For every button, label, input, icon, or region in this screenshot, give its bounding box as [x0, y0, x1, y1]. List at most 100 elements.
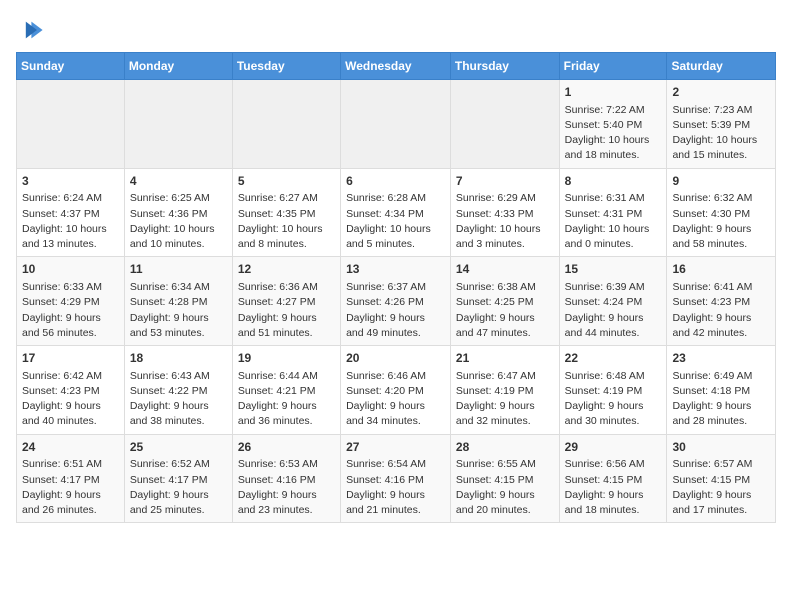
day-info: Sunrise: 6:47 AM Sunset: 4:19 PM Dayligh… [456, 369, 554, 430]
calendar-cell: 21 Sunrise: 6:47 AM Sunset: 4:19 PM Dayli… [450, 346, 559, 435]
day-info: Sunrise: 6:29 AM Sunset: 4:33 PM Dayligh… [456, 191, 554, 252]
day-number: 18 [130, 350, 227, 367]
calendar-cell: 29Sunrise: 6:56 AM Sunset: 4:15 PM Dayli… [559, 434, 667, 523]
calendar-cell: 17 Sunrise: 6:42 AM Sunset: 4:23 PM Dayli… [17, 346, 125, 435]
calendar-cell [341, 80, 451, 169]
day-number: 15 [565, 261, 662, 278]
day-info: Sunrise: 6:28 AM Sunset: 4:34 PM Dayligh… [346, 191, 445, 252]
calendar-cell: 4Sunrise: 6:25 AM Sunset: 4:36 PM Daylig… [124, 168, 232, 257]
day-info: Sunrise: 6:38 AM Sunset: 4:25 PM Dayligh… [456, 280, 554, 341]
logo [16, 16, 48, 44]
calendar-cell: 6Sunrise: 6:28 AM Sunset: 4:34 PM Daylig… [341, 168, 451, 257]
day-number: 3 [22, 173, 119, 190]
day-number: 17 [22, 350, 119, 367]
day-info: Sunrise: 6:33 AM Sunset: 4:29 PM Dayligh… [22, 280, 119, 341]
day-info: Sunrise: 6:39 AM Sunset: 4:24 PM Dayligh… [565, 280, 662, 341]
day-info: Sunrise: 6:54 AM Sunset: 4:16 PM Dayligh… [346, 457, 445, 518]
calendar-week-row: 17 Sunrise: 6:42 AM Sunset: 4:23 PM Dayli… [17, 346, 776, 435]
day-info: Sunrise: 6:41 AM Sunset: 4:23 PM Dayligh… [672, 280, 770, 341]
day-number: 11 [130, 261, 227, 278]
day-info: Sunrise: 6:53 AM Sunset: 4:16 PM Dayligh… [238, 457, 335, 518]
day-number: 2 [672, 84, 770, 101]
day-number: 6 [346, 173, 445, 190]
day-info: Sunrise: 6:24 AM Sunset: 4:37 PM Dayligh… [22, 191, 119, 252]
calendar-cell: 14 Sunrise: 6:38 AM Sunset: 4:25 PM Dayli… [450, 257, 559, 346]
day-info: Sunrise: 7:23 AM Sunset: 5:39 PM Dayligh… [672, 103, 770, 164]
calendar-cell: 19Sunrise: 6:44 AM Sunset: 4:21 PM Dayli… [232, 346, 340, 435]
calendar-cell: 24Sunrise: 6:51 AM Sunset: 4:17 PM Dayli… [17, 434, 125, 523]
calendar-week-row: 1 Sunrise: 7:22 AM Sunset: 5:40 PM Daylig… [17, 80, 776, 169]
day-number: 9 [672, 173, 770, 190]
calendar-cell: 8Sunrise: 6:31 AM Sunset: 4:31 PM Daylig… [559, 168, 667, 257]
day-info: Sunrise: 6:51 AM Sunset: 4:17 PM Dayligh… [22, 457, 119, 518]
day-number: 29 [565, 439, 662, 456]
day-info: Sunrise: 6:57 AM Sunset: 4:15 PM Dayligh… [672, 457, 770, 518]
weekday-header-friday: Friday [559, 53, 667, 80]
day-number: 25 [130, 439, 227, 456]
calendar-cell [17, 80, 125, 169]
calendar-cell: 11 Sunrise: 6:34 AM Sunset: 4:28 PM Dayli… [124, 257, 232, 346]
day-number: 12 [238, 261, 335, 278]
day-info: Sunrise: 6:34 AM Sunset: 4:28 PM Dayligh… [130, 280, 227, 341]
calendar-cell: 3Sunrise: 6:24 AM Sunset: 4:37 PM Daylig… [17, 168, 125, 257]
day-number: 5 [238, 173, 335, 190]
calendar-cell: 23 Sunrise: 6:49 AM Sunset: 4:18 PM Dayli… [667, 346, 776, 435]
calendar-cell [232, 80, 340, 169]
calendar-cell: 20 Sunrise: 6:46 AM Sunset: 4:20 PM Dayli… [341, 346, 451, 435]
day-number: 1 [565, 84, 662, 101]
day-info: Sunrise: 6:49 AM Sunset: 4:18 PM Dayligh… [672, 369, 770, 430]
day-info: Sunrise: 6:27 AM Sunset: 4:35 PM Dayligh… [238, 191, 335, 252]
calendar-cell: 5Sunrise: 6:27 AM Sunset: 4:35 PM Daylig… [232, 168, 340, 257]
day-info: Sunrise: 6:43 AM Sunset: 4:22 PM Dayligh… [130, 369, 227, 430]
day-number: 24 [22, 439, 119, 456]
calendar-week-row: 3Sunrise: 6:24 AM Sunset: 4:37 PM Daylig… [17, 168, 776, 257]
day-number: 4 [130, 173, 227, 190]
day-info: Sunrise: 6:56 AM Sunset: 4:15 PM Dayligh… [565, 457, 662, 518]
calendar-cell: 12Sunrise: 6:36 AM Sunset: 4:27 PM Dayli… [232, 257, 340, 346]
calendar-cell: 30Sunrise: 6:57 AM Sunset: 4:15 PM Dayli… [667, 434, 776, 523]
calendar-cell: 9Sunrise: 6:32 AM Sunset: 4:30 PM Daylig… [667, 168, 776, 257]
day-info: Sunrise: 6:55 AM Sunset: 4:15 PM Dayligh… [456, 457, 554, 518]
day-info: Sunrise: 6:52 AM Sunset: 4:17 PM Dayligh… [130, 457, 227, 518]
day-number: 28 [456, 439, 554, 456]
day-info: Sunrise: 6:42 AM Sunset: 4:23 PM Dayligh… [22, 369, 119, 430]
day-number: 14 [456, 261, 554, 278]
calendar-cell: 1 Sunrise: 7:22 AM Sunset: 5:40 PM Daylig… [559, 80, 667, 169]
weekday-header-saturday: Saturday [667, 53, 776, 80]
calendar-cell [450, 80, 559, 169]
day-info: Sunrise: 6:37 AM Sunset: 4:26 PM Dayligh… [346, 280, 445, 341]
day-number: 23 [672, 350, 770, 367]
calendar-cell [124, 80, 232, 169]
calendar-cell: 10 Sunrise: 6:33 AM Sunset: 4:29 PM Dayli… [17, 257, 125, 346]
day-number: 20 [346, 350, 445, 367]
calendar-body: 1 Sunrise: 7:22 AM Sunset: 5:40 PM Daylig… [17, 80, 776, 523]
calendar-cell: 13 Sunrise: 6:37 AM Sunset: 4:26 PM Dayli… [341, 257, 451, 346]
day-number: 16 [672, 261, 770, 278]
calendar-cell: 16 Sunrise: 6:41 AM Sunset: 4:23 PM Dayli… [667, 257, 776, 346]
day-info: Sunrise: 6:48 AM Sunset: 4:19 PM Dayligh… [565, 369, 662, 430]
calendar-cell: 22Sunrise: 6:48 AM Sunset: 4:19 PM Dayli… [559, 346, 667, 435]
day-number: 13 [346, 261, 445, 278]
day-number: 26 [238, 439, 335, 456]
weekday-header-tuesday: Tuesday [232, 53, 340, 80]
calendar-cell: 7Sunrise: 6:29 AM Sunset: 4:33 PM Daylig… [450, 168, 559, 257]
day-info: Sunrise: 6:32 AM Sunset: 4:30 PM Dayligh… [672, 191, 770, 252]
day-number: 7 [456, 173, 554, 190]
calendar-week-row: 10 Sunrise: 6:33 AM Sunset: 4:29 PM Dayli… [17, 257, 776, 346]
day-info: Sunrise: 6:25 AM Sunset: 4:36 PM Dayligh… [130, 191, 227, 252]
day-number: 21 [456, 350, 554, 367]
day-number: 30 [672, 439, 770, 456]
day-info: Sunrise: 7:22 AM Sunset: 5:40 PM Dayligh… [565, 103, 662, 164]
day-info: Sunrise: 6:46 AM Sunset: 4:20 PM Dayligh… [346, 369, 445, 430]
weekday-header-row: SundayMondayTuesdayWednesdayThursdayFrid… [17, 53, 776, 80]
day-number: 10 [22, 261, 119, 278]
calendar-cell: 25Sunrise: 6:52 AM Sunset: 4:17 PM Dayli… [124, 434, 232, 523]
calendar-cell: 2 Sunrise: 7:23 AM Sunset: 5:39 PM Daylig… [667, 80, 776, 169]
day-number: 19 [238, 350, 335, 367]
weekday-header-wednesday: Wednesday [341, 53, 451, 80]
weekday-header-monday: Monday [124, 53, 232, 80]
calendar-week-row: 24Sunrise: 6:51 AM Sunset: 4:17 PM Dayli… [17, 434, 776, 523]
calendar-cell: 18 Sunrise: 6:43 AM Sunset: 4:22 PM Dayli… [124, 346, 232, 435]
weekday-header-sunday: Sunday [17, 53, 125, 80]
calendar: SundayMondayTuesdayWednesdayThursdayFrid… [16, 52, 776, 523]
